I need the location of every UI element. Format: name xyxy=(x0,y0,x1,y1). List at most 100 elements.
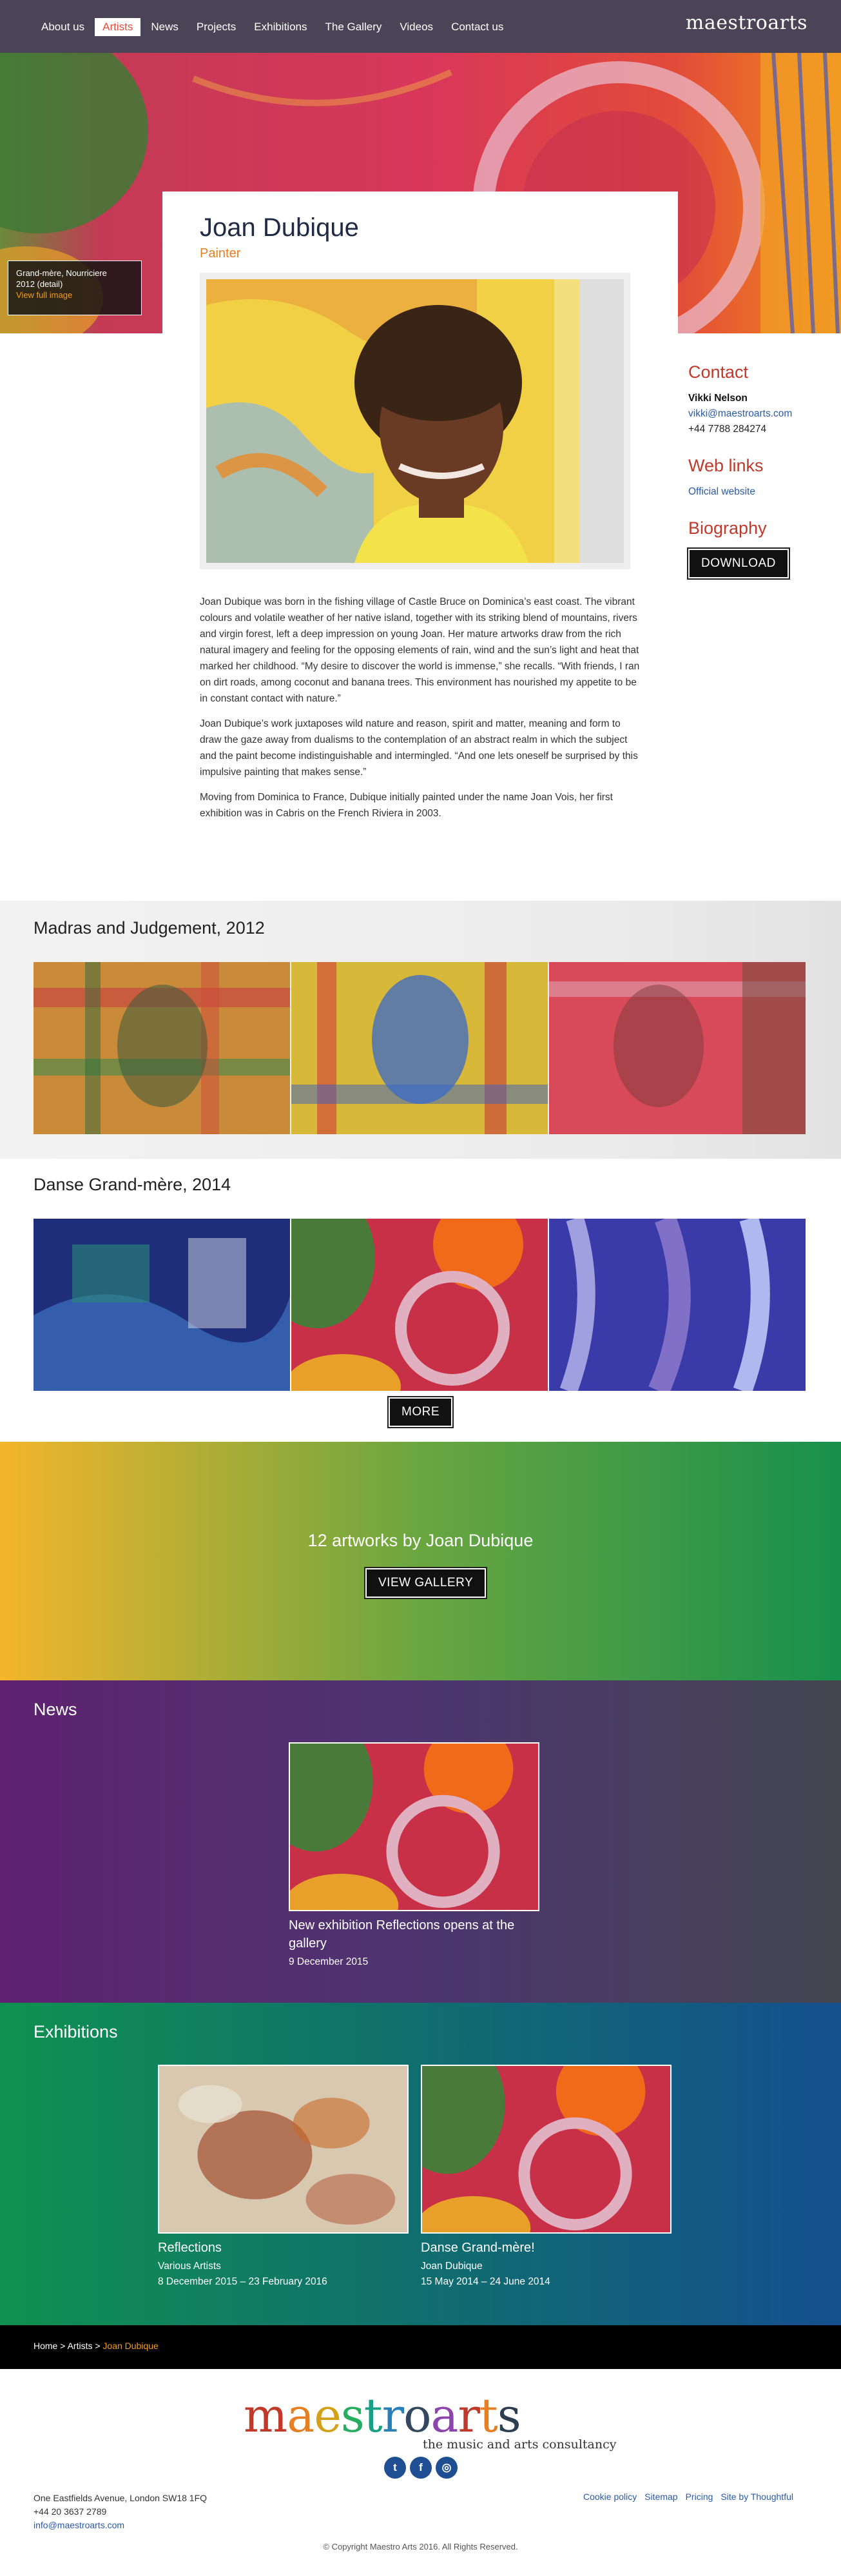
contact-name: Vikki Nelson xyxy=(688,393,748,404)
footer-logo-letter: o xyxy=(403,2388,431,2443)
exhibition-thumbnail[interactable] xyxy=(421,2065,672,2234)
exhibition-dates: 15 May 2014 – 24 June 2014 xyxy=(421,2276,550,2287)
breadcrumb-separator: > xyxy=(60,2341,66,2351)
footer-logo-letter: e xyxy=(314,2388,342,2443)
social-links: t f ◎ xyxy=(384,2457,458,2479)
footer-phone: +44 20 3637 2789 xyxy=(34,2506,107,2517)
breadcrumb-home[interactable]: Home xyxy=(34,2341,57,2351)
news-item[interactable]: New exhibition Reflections opens at the … xyxy=(289,1742,539,1968)
series-gallery-strip xyxy=(34,962,807,1134)
footer-logo-letter: m xyxy=(244,2388,287,2443)
exhibition-artist: Joan Dubique xyxy=(421,2261,483,2272)
nav-about-us[interactable]: About us xyxy=(34,18,92,36)
top-nav: About us Artists News Projects Exhibitio… xyxy=(0,0,841,53)
contact-email-link[interactable]: vikki@maestroarts.com xyxy=(688,408,817,420)
exhibition-title[interactable]: Danse Grand-mère! xyxy=(421,2239,672,2257)
exhibition-artist: Various Artists xyxy=(158,2261,221,2272)
sitemap-link[interactable]: Sitemap xyxy=(644,2492,677,2502)
caption-title: Grand-mère, Nourriciere xyxy=(16,268,107,278)
contact-phone: +44 7788 284274 xyxy=(688,424,767,435)
news-title[interactable]: New exhibition Reflections opens at the … xyxy=(289,1916,539,1952)
footer-logo[interactable]: maestroarts xyxy=(244,2388,521,2443)
artwork-thumbnail[interactable] xyxy=(549,962,806,1134)
nav-the-gallery[interactable]: The Gallery xyxy=(318,18,390,36)
exhibition-thumbnail[interactable] xyxy=(158,2065,409,2234)
exhibitions-section: Exhibitions Reflections Various Artists … xyxy=(0,2003,841,2325)
footer-email-link[interactable]: info@maestroarts.com xyxy=(34,2520,124,2530)
nav-list: About us Artists News Projects Exhibitio… xyxy=(34,18,514,36)
nav-news[interactable]: News xyxy=(143,18,186,36)
artist-role: Painter xyxy=(200,246,241,261)
caption-meta: 2012 (detail) xyxy=(16,279,63,289)
exhibitions-heading: Exhibitions xyxy=(34,2022,118,2041)
instagram-icon[interactable]: ◎ xyxy=(436,2457,458,2479)
bio-paragraph: Moving from Dominica to France, Dubique … xyxy=(200,792,613,819)
footer-logo-letter: s xyxy=(497,2388,521,2443)
weblinks-heading: Web links xyxy=(688,456,764,475)
footer-logo-letter: t xyxy=(363,2388,383,2443)
artwork-thumbnail[interactable] xyxy=(34,1219,290,1391)
series-title: Madras and Judgement, 2012 xyxy=(34,918,265,938)
breadcrumb: Home > Artists > Joan Dubique xyxy=(0,2325,841,2369)
news-section: News New exhibition Reflections opens at… xyxy=(0,1680,841,2003)
artwork-thumbnail[interactable] xyxy=(34,962,290,1134)
exhibition-title[interactable]: Reflections xyxy=(158,2239,409,2257)
series-gallery-strip xyxy=(34,1219,807,1391)
artist-portrait xyxy=(206,279,624,563)
pricing-link[interactable]: Pricing xyxy=(686,2492,713,2502)
breadcrumb-current: Joan Dubique xyxy=(102,2341,159,2351)
exhibition-item[interactable]: Reflections Various Artists 8 December 2… xyxy=(158,2065,409,2288)
nav-videos[interactable]: Videos xyxy=(392,18,441,36)
copyright: © Copyright Maestro Arts 2016. All Right… xyxy=(323,2542,518,2551)
biography-heading: Biography xyxy=(688,518,767,538)
artist-name: Joan Dubique xyxy=(200,213,359,242)
footer-logo-letter: r xyxy=(382,2388,404,2443)
bio-paragraph: Joan Dubique’s work juxtaposes wild natu… xyxy=(200,718,638,778)
view-full-image-link[interactable]: View full image xyxy=(16,290,133,300)
footer-tagline: the music and arts consultancy xyxy=(423,2437,617,2452)
news-date: 9 December 2015 xyxy=(289,1956,369,1967)
nav-contact-us[interactable]: Contact us xyxy=(443,18,511,36)
footer-logo-letter: r xyxy=(458,2388,479,2443)
cookie-policy-link[interactable]: Cookie policy xyxy=(583,2492,637,2502)
series-title: Danse Grand-mère, 2014 xyxy=(34,1175,231,1194)
facebook-icon[interactable]: f xyxy=(410,2457,432,2479)
footer-links: Cookie policy Sitemap Pricing Site by Th… xyxy=(575,2492,793,2502)
footer-address-block: One Eastfields Avenue, London SW18 1FQ +… xyxy=(34,2492,207,2532)
brand-logo[interactable]: maestroarts xyxy=(686,12,807,34)
exhibition-item[interactable]: Danse Grand-mère! Joan Dubique 15 May 20… xyxy=(421,2065,672,2288)
artist-sidebar: Contact Vikki Nelson vikki@maestroarts.c… xyxy=(688,362,817,578)
artist-profile-card: Joan Dubique Painter Joan Dubique was bo… xyxy=(162,192,678,901)
artwork-thumbnail[interactable] xyxy=(291,1219,548,1391)
gallery-banner: 12 artworks by Joan Dubique VIEW GALLERY xyxy=(0,1442,841,1680)
download-button[interactable]: DOWNLOAD xyxy=(688,549,789,578)
contact-heading: Contact xyxy=(688,362,749,382)
hero-caption: Grand-mère, Nourriciere 2012 (detail) Vi… xyxy=(8,261,142,315)
nav-projects[interactable]: Projects xyxy=(189,18,244,36)
more-button[interactable]: MORE xyxy=(389,1397,452,1427)
view-gallery-button[interactable]: VIEW GALLERY xyxy=(365,1568,487,1598)
footer-logo-letter: s xyxy=(340,2388,365,2443)
twitter-icon[interactable]: t xyxy=(384,2457,406,2479)
page: About us Artists News Projects Exhibitio… xyxy=(0,0,841,2576)
nav-exhibitions[interactable]: Exhibitions xyxy=(246,18,314,36)
footer-logo-letter: t xyxy=(479,2388,498,2443)
breadcrumb-separator: > xyxy=(95,2341,101,2351)
exhibition-dates: 8 December 2015 – 23 February 2016 xyxy=(158,2276,327,2287)
footer: maestroarts the music and arts consultan… xyxy=(0,2369,841,2576)
gallery-banner-title: 12 artworks by Joan Dubique xyxy=(307,1531,534,1550)
portrait-frame xyxy=(200,273,630,569)
footer-logo-letter: a xyxy=(430,2388,459,2443)
bio-paragraph: Joan Dubique was born in the fishing vil… xyxy=(200,596,640,704)
breadcrumb-artists[interactable]: Artists xyxy=(68,2341,93,2351)
series-section: Madras and Judgement, 2012 xyxy=(0,901,841,1159)
site-by-link[interactable]: Site by Thoughtful xyxy=(720,2492,793,2502)
news-heading: News xyxy=(34,1700,77,1719)
news-thumbnail[interactable] xyxy=(289,1742,539,1911)
footer-logo-letter: a xyxy=(287,2388,314,2443)
artwork-thumbnail[interactable] xyxy=(291,962,548,1134)
artwork-thumbnail[interactable] xyxy=(549,1219,806,1391)
nav-artists[interactable]: Artists xyxy=(95,18,141,36)
official-website-link[interactable]: Official website xyxy=(688,486,817,498)
artist-biography: Joan Dubique was born in the fishing vil… xyxy=(200,594,641,821)
